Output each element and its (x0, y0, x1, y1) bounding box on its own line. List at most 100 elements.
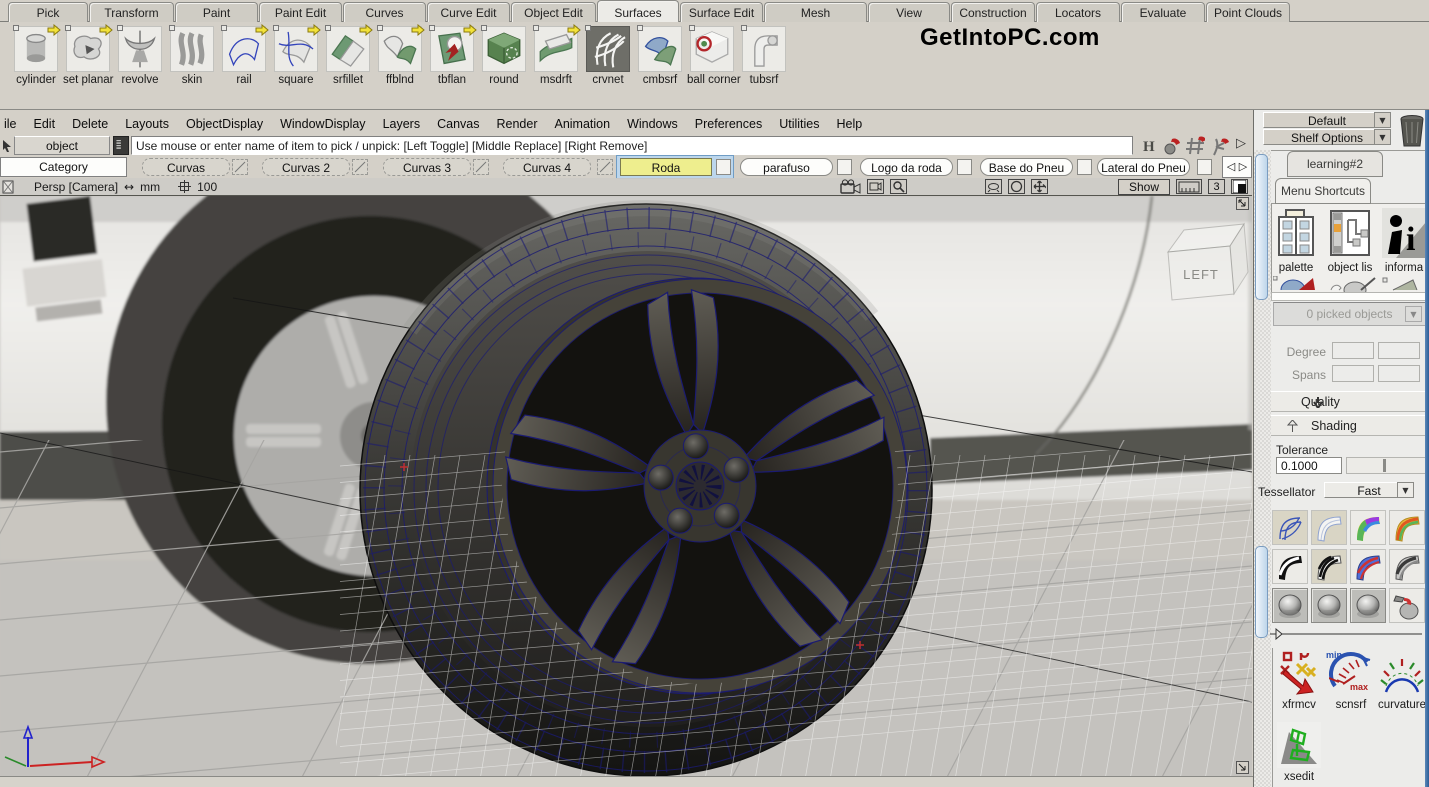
quality-section-header[interactable]: Quality (1271, 391, 1429, 412)
layer-curvas-2[interactable]: Curvas 2 (262, 158, 350, 176)
tool-options-box[interactable] (273, 25, 279, 31)
ruler-icon[interactable] (1176, 179, 1202, 194)
category-button[interactable]: Category (0, 157, 127, 177)
menu-item-utilities[interactable]: Utilities (779, 117, 819, 131)
panel-scrollbar[interactable] (1255, 154, 1268, 300)
look-at-icon[interactable] (1008, 179, 1025, 194)
tool-options-box[interactable] (117, 25, 123, 31)
shading-mode-zebra[interactable] (1311, 549, 1347, 584)
prompt-expand-icon[interactable]: ▷ (1236, 136, 1246, 151)
tool-cylinder[interactable]: cylinder (11, 26, 61, 104)
clipped-shelf-icons[interactable] (1273, 276, 1423, 292)
shortcut-palette[interactable]: palette (1273, 208, 1319, 274)
tool-ffblnd[interactable]: ffblnd (375, 26, 425, 104)
3d-scene-canvas[interactable]: LEFT (0, 196, 1252, 776)
menu-item-canvas[interactable]: Canvas (437, 117, 479, 131)
tool-options-box[interactable] (325, 25, 331, 31)
menu-item-objectdisplay[interactable]: ObjectDisplay (186, 117, 263, 131)
tool-options-box[interactable] (481, 25, 487, 31)
pick-mode-combo[interactable]: object (14, 136, 110, 155)
shelf-tab-construction[interactable]: Construction (951, 2, 1035, 22)
perspective-viewport[interactable]: Persp [Camera] ↔ mm 100 Show 3 (0, 178, 1252, 776)
layer-curvas[interactable]: Curvas (142, 158, 230, 176)
curve-snap-icon[interactable] (1210, 135, 1230, 157)
tool-round[interactable]: round (479, 26, 529, 104)
tab-menu-shortcuts[interactable]: Menu Shortcuts (1275, 178, 1371, 204)
tool-options-box[interactable] (13, 25, 19, 31)
shelf-tab-mesh[interactable]: Mesh (764, 2, 867, 22)
pane-count-button[interactable]: 3 (1208, 179, 1225, 194)
tool-options-box[interactable] (533, 25, 539, 31)
shelf-tab-curve-edit[interactable]: Curve Edit (427, 2, 510, 22)
shading-mode-ball[interactable] (1272, 588, 1308, 623)
tool-options-box[interactable] (221, 25, 227, 31)
shading-slider[interactable] (1270, 628, 1422, 640)
tool-options-box[interactable] (169, 25, 175, 31)
tool-options-box[interactable] (637, 25, 643, 31)
shortcut-object-lis[interactable]: object lis (1327, 208, 1373, 274)
tool-crvnet[interactable]: crvnet (583, 26, 633, 104)
shelf-tab-curves[interactable]: Curves (343, 2, 426, 22)
shading-mode-ball[interactable] (1311, 588, 1347, 623)
tool-cmbsrf[interactable]: cmbsrf (635, 26, 685, 104)
menu-item-render[interactable]: Render (496, 117, 537, 131)
panel-scrollbar[interactable] (1255, 546, 1268, 638)
shelf-tab-point-clouds[interactable]: Point Clouds (1206, 2, 1290, 22)
shelf-tab-transform[interactable]: Transform (89, 2, 174, 22)
picked-objects-dropdown[interactable]: 0 picked objects▼ (1273, 302, 1426, 326)
degree-field-2[interactable] (1378, 342, 1420, 359)
pick-object-snap-icon[interactable] (1162, 135, 1182, 157)
layer-logo-da-roda[interactable]: Logo da roda (860, 158, 953, 176)
tool-options-box[interactable] (585, 25, 591, 31)
tool-srfillet[interactable]: srfillet (323, 26, 373, 104)
layer-curvas-3[interactable]: Curvas 3 (383, 158, 471, 176)
tessellator-arrow[interactable]: ▼ (1397, 482, 1414, 498)
layer-parafuso[interactable]: parafuso (740, 158, 833, 176)
shelf-tab-view[interactable]: View (868, 2, 950, 22)
tool-options-box[interactable] (689, 25, 695, 31)
prompt-line-input[interactable]: Use mouse or enter name of item to pick … (131, 136, 1133, 155)
menu-item-delete[interactable]: Delete (72, 117, 108, 131)
shelf-tab-paint[interactable]: Paint (175, 2, 258, 22)
layer-checkbox[interactable] (957, 159, 972, 175)
tool-msdrft[interactable]: msdrft (531, 26, 581, 104)
tumble-tool-icon[interactable] (985, 179, 1002, 194)
shelf-tab-evaluate[interactable]: Evaluate (1121, 2, 1205, 22)
show-button[interactable]: Show (1118, 179, 1170, 195)
tab-learning[interactable]: learning#2 (1287, 151, 1383, 177)
tool-tubsrf[interactable]: tubsrf (739, 26, 789, 104)
history-icon[interactable]: H (1140, 135, 1160, 157)
menu-item-animation[interactable]: Animation (554, 117, 610, 131)
shading-mode-metal[interactable] (1389, 549, 1425, 584)
layer-curvas-4[interactable]: Curvas 4 (503, 158, 591, 176)
layer-checkbox[interactable] (1197, 159, 1212, 175)
menu-item-windows[interactable]: Windows (627, 117, 678, 131)
degree-field-1[interactable] (1332, 342, 1374, 359)
shading-section-header[interactable]: Shading (1271, 415, 1429, 436)
window-layout-icon[interactable] (1231, 179, 1248, 194)
shading-mode-spray[interactable] (1389, 588, 1425, 623)
shelf-tab-object-edit[interactable]: Object Edit (511, 2, 596, 22)
layer-slash-box[interactable] (597, 159, 613, 175)
shortcut-informa[interactable]: informa (1381, 208, 1427, 274)
menu-item-layers[interactable]: Layers (383, 117, 421, 131)
view-cube[interactable]: LEFT (1168, 224, 1248, 300)
shelf-options-combo[interactable]: Shelf Options (1263, 129, 1391, 145)
shelf-preset-combo[interactable]: Default (1263, 112, 1391, 128)
menu-item-windowdisplay[interactable]: WindowDisplay (280, 117, 365, 131)
menu-item-edit[interactable]: Edit (34, 117, 56, 131)
layer-slash-box[interactable] (473, 159, 489, 175)
tool-tbflan[interactable]: tbflan (427, 26, 477, 104)
menu-item-help[interactable]: Help (837, 117, 863, 131)
tool-set-planar[interactable]: set planar (63, 26, 113, 104)
tool-options-box[interactable] (741, 25, 747, 31)
viewport-resize-grip[interactable] (1236, 761, 1249, 774)
layer-checkbox[interactable] (837, 159, 852, 175)
tool-options-box[interactable] (377, 25, 383, 31)
layer-slash-box[interactable] (352, 159, 368, 175)
trash-icon[interactable] (1396, 112, 1428, 150)
viewport-window-icon[interactable] (2, 180, 14, 194)
tool-rail[interactable]: rail (219, 26, 269, 104)
shelf-preset-arrow[interactable]: ▼ (1374, 112, 1391, 128)
layer-slash-box[interactable] (232, 159, 248, 175)
